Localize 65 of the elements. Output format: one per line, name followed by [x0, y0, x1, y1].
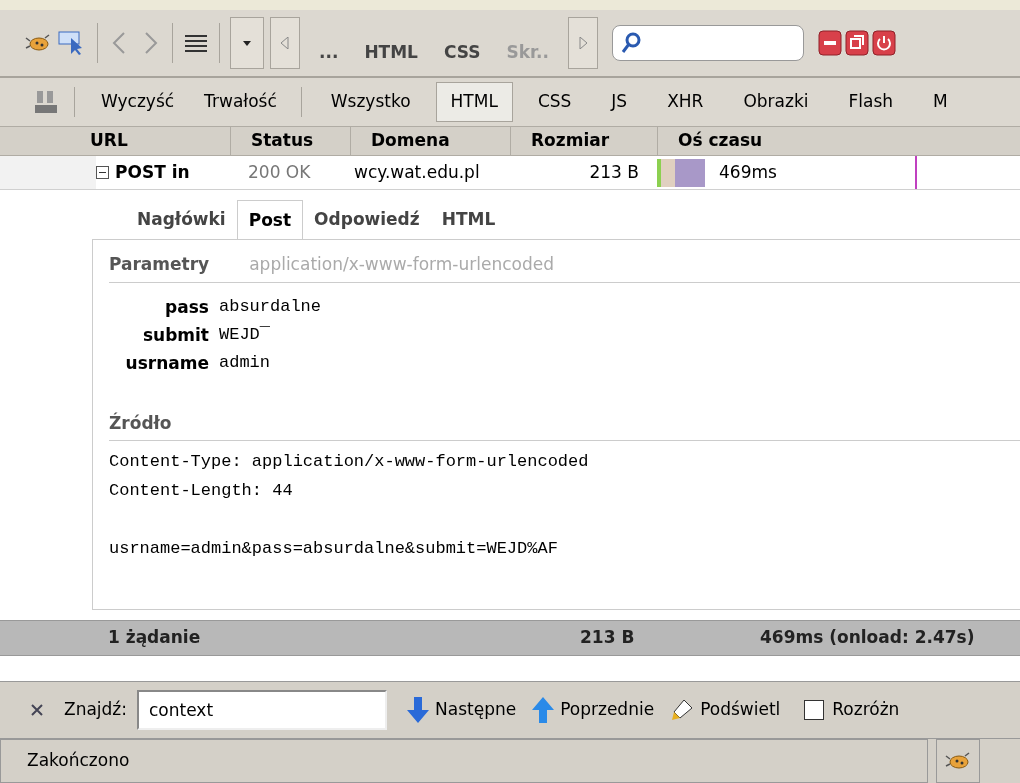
total-size: 213 B — [580, 626, 636, 650]
detail-tab[interactable]: Post — [236, 200, 304, 240]
column-header[interactable]: Status — [230, 127, 350, 155]
param-value: admin — [219, 351, 271, 374]
firebug-status-icon — [945, 751, 971, 771]
restore-icon[interactable] — [844, 30, 869, 56]
request-body: usrname=admin&pass=absurdalne&submit=WEJD%AF — [109, 538, 559, 560]
section-title: Parametry — [109, 253, 210, 276]
caret-icon — [243, 40, 251, 46]
filter-tab[interactable]: CSS — [522, 82, 587, 122]
match-case-checkbox[interactable]: Rozróżn — [804, 697, 900, 723]
menu-icon[interactable] — [183, 33, 209, 53]
left-triangle-icon — [281, 37, 289, 49]
find-label: Znajdź: — [64, 698, 127, 722]
filter-action-button[interactable]: Wyczyść — [91, 89, 185, 115]
param-value: absurdalne — [219, 295, 323, 318]
next-button[interactable]: Następne — [407, 697, 517, 723]
column-header[interactable]: Oś czasu — [657, 127, 1020, 155]
search-icon — [620, 32, 641, 54]
panel-tab[interactable]: ... — [306, 39, 352, 65]
collapse-toggle[interactable] — [96, 166, 109, 179]
param-value: WEJD¯ — [219, 323, 271, 346]
domain-cell-text: wcy.wat.edu.pl — [353, 160, 481, 184]
status-cell-text: 200 OK — [247, 160, 312, 184]
timeline-bar — [657, 158, 705, 187]
minimize-icon[interactable] — [817, 30, 842, 56]
panel-tab[interactable]: HTML — [351, 39, 431, 65]
column-header[interactable]: URL — [0, 127, 230, 155]
filter-tab[interactable]: Obrazki — [728, 82, 824, 122]
search-field[interactable] — [611, 25, 804, 61]
content-type-label: application/x-www-form-urlencoded — [249, 253, 554, 276]
filter-tab[interactable]: Flash — [833, 82, 909, 122]
status-bar: Zakończono — [0, 739, 928, 783]
detail-tab[interactable]: HTML — [430, 200, 507, 240]
param-name: pass — [164, 295, 209, 319]
filter-tab[interactable]: XHR — [652, 82, 719, 122]
param-name: submit — [141, 323, 209, 347]
close-icon[interactable] — [30, 703, 44, 717]
find-field[interactable]: context — [137, 690, 387, 730]
filter-tab[interactable]: M — [918, 82, 963, 122]
column-header[interactable]: Domena — [350, 127, 510, 155]
filter-tab[interactable]: JS — [596, 82, 643, 122]
section-title: Źródło — [109, 412, 172, 433]
right-triangle-icon — [578, 37, 587, 49]
request-count: 1 żądanie — [107, 626, 202, 650]
filter-tab[interactable]: HTML — [435, 82, 513, 122]
up-arrow-icon — [532, 697, 555, 723]
time-cell-text: 469ms — [719, 160, 778, 184]
down-arrow-icon — [407, 697, 429, 723]
power-icon[interactable] — [871, 30, 896, 56]
previous-button[interactable]: Poprzednie — [532, 697, 655, 723]
request-url: POST in — [115, 160, 190, 184]
size-cell-text: 213 B — [588, 160, 640, 184]
detail-tab[interactable]: Odpowiedź — [303, 200, 431, 240]
firebug-bug-icon — [25, 33, 51, 53]
filter-action-button[interactable]: Trwałość — [194, 89, 287, 115]
column-header[interactable]: Rozmiar — [510, 127, 657, 155]
detail-tab[interactable]: Nagłówki — [126, 200, 237, 240]
filter-tab[interactable]: Wszystko — [315, 82, 426, 122]
panel-tab[interactable]: CSS — [430, 39, 494, 65]
highlight-button[interactable]: Podświetl — [670, 697, 781, 723]
marker-icon — [670, 698, 695, 722]
request-headers: Content-Type: application/x-www-form-urlencoded Content-Length: 44 — [109, 451, 590, 502]
param-name: usrname — [124, 351, 209, 375]
total-time: 469ms (onload: 2.47s) — [760, 626, 975, 650]
